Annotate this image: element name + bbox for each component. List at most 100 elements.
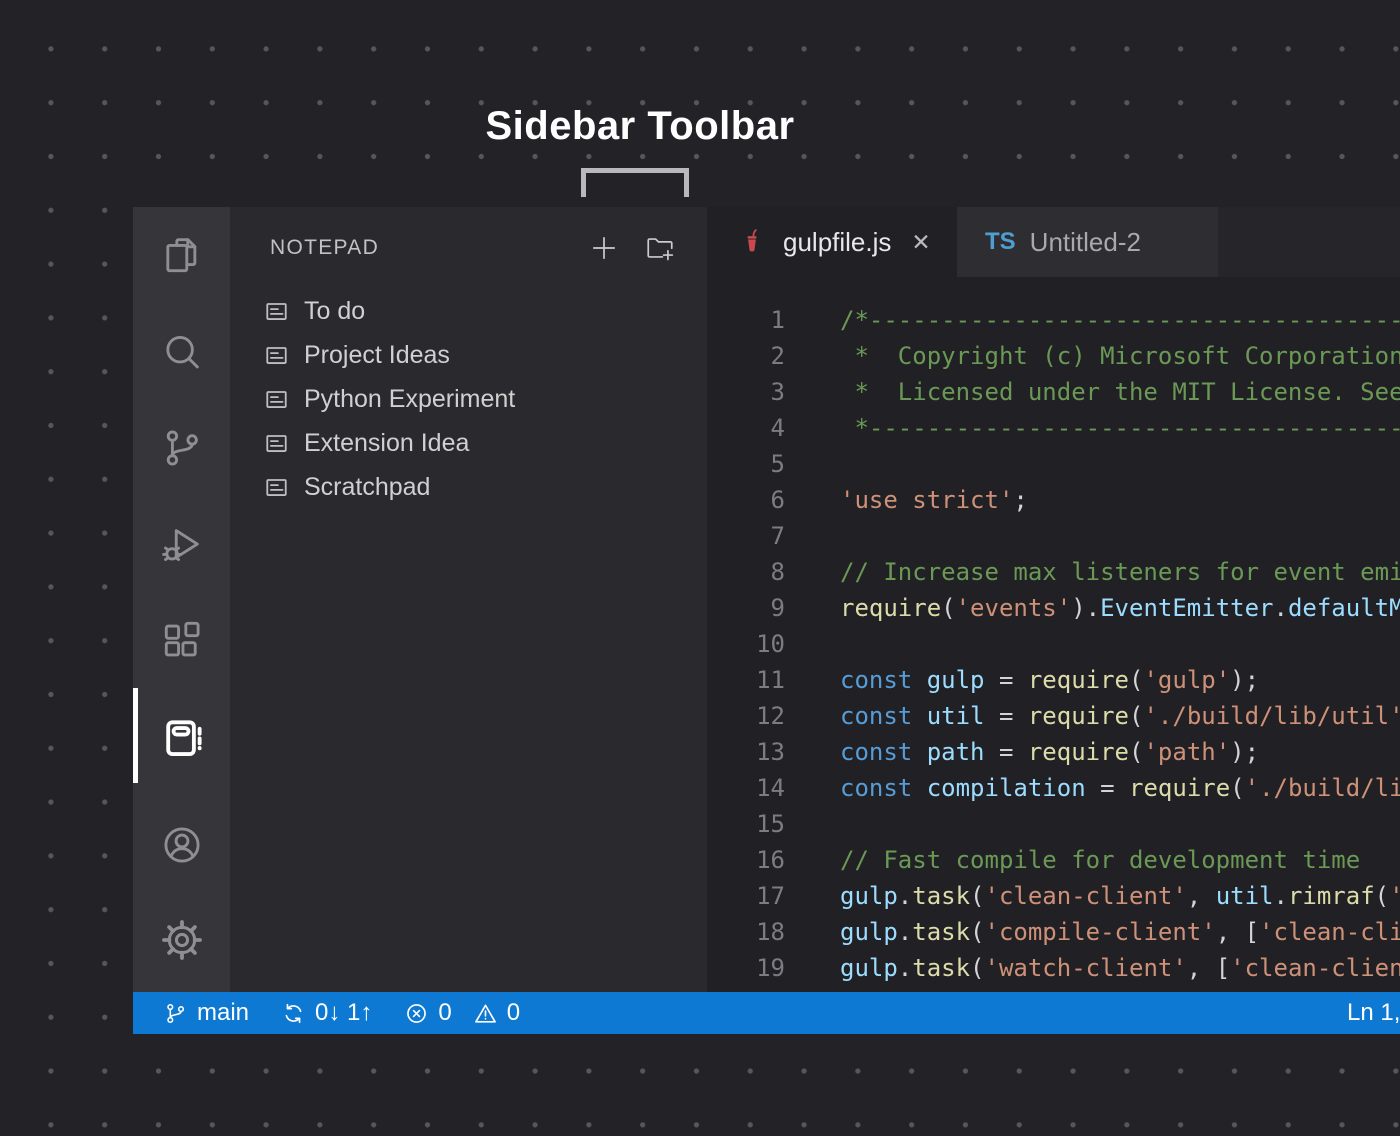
code-text: /*--------------------------------------… xyxy=(840,302,1400,338)
note-icon xyxy=(263,342,290,369)
code-text: gulp.task('watch-client', ['clean-client… xyxy=(840,950,1400,986)
line-number: 13 xyxy=(707,734,785,770)
code-text: * Copyright (c) Microsoft Corporation. A… xyxy=(840,338,1400,374)
tab-untitled-2[interactable]: TS Untitled-2 xyxy=(957,207,1218,277)
code-line: 19 gulp.task('watch-client', ['clean-clie… xyxy=(707,950,1400,986)
page-background: Sidebar Toolbar NOTEPAD To do Project Ide… xyxy=(0,0,1400,1136)
code-line: 3 * Licensed under the MIT License. See … xyxy=(707,374,1400,410)
code-text: * Licensed under the MIT License. See Li… xyxy=(840,374,1400,410)
editor-group: gulpfile.js ✕ TS Untitled-2 1 /*---------… xyxy=(707,207,1400,992)
warning-icon xyxy=(473,1001,498,1026)
code-text: const compilation = require('./build/lib… xyxy=(840,770,1400,806)
line-number: 5 xyxy=(707,446,785,482)
note-icon xyxy=(263,430,290,457)
tab-label: gulpfile.js xyxy=(783,227,891,258)
code-text: gulp.task('compile-client', ['clean-clie… xyxy=(840,914,1400,950)
notes-list: To do Project Ideas Python Experiment Exten… xyxy=(230,289,707,509)
gear-icon xyxy=(159,917,205,963)
annotation-title: Sidebar Toolbar xyxy=(440,104,840,149)
line-number: 2 xyxy=(707,338,785,374)
line-number: 9 xyxy=(707,590,785,626)
git-branch-icon xyxy=(163,1001,188,1026)
vscode-window: NOTEPAD To do Project Ideas Python Experim… xyxy=(133,207,1400,1034)
extensions-icon xyxy=(159,618,205,664)
note-label: Scratchpad xyxy=(304,473,430,502)
code-line: 15 xyxy=(707,806,1400,842)
note-label: To do xyxy=(304,297,365,326)
activity-item-run-debug[interactable] xyxy=(133,521,230,569)
files-icon xyxy=(159,232,205,278)
note-label: Extension Idea xyxy=(304,429,469,458)
activity-item-explorer[interactable] xyxy=(133,231,230,279)
branch-name: main xyxy=(197,999,249,1027)
note-item[interactable]: To do xyxy=(230,289,707,333)
activity-bar xyxy=(133,207,230,992)
tab-gulpfile-js[interactable]: gulpfile.js ✕ xyxy=(707,207,957,277)
line-number: 14 xyxy=(707,770,785,806)
code-line: 5 xyxy=(707,446,1400,482)
code-line: 4 *-------------------------------------… xyxy=(707,410,1400,446)
annotation-bracket xyxy=(581,168,689,197)
plus-icon xyxy=(587,231,621,265)
code-text: gulp.task('clean-client', util.rimraf('o… xyxy=(840,878,1400,914)
line-number: 10 xyxy=(707,626,785,662)
line-number: 18 xyxy=(707,914,785,950)
code-editor[interactable]: 1 /*-------------------------------------… xyxy=(707,277,1400,992)
note-icon xyxy=(263,386,290,413)
status-sync[interactable]: 0↓ 1↑ xyxy=(281,999,372,1027)
code-text: const util = require('./build/lib/util')… xyxy=(840,698,1400,734)
status-cursor-position[interactable]: Ln 1, xyxy=(1347,992,1400,1034)
activity-item-source-control[interactable] xyxy=(133,424,230,472)
code-text: // Increase max listeners for event emit… xyxy=(840,554,1400,590)
code-line: 6 'use strict'; xyxy=(707,482,1400,518)
line-number: 19 xyxy=(707,950,785,986)
status-branch[interactable]: main xyxy=(163,999,249,1027)
error-count: 0 xyxy=(438,999,451,1027)
activity-item-search[interactable] xyxy=(133,328,230,376)
code-text: const path = require('path'); xyxy=(840,734,1259,770)
tab-bar: gulpfile.js ✕ TS Untitled-2 xyxy=(707,207,1400,277)
close-icon[interactable]: ✕ xyxy=(911,229,930,256)
note-item[interactable]: Scratchpad xyxy=(230,465,707,509)
sidebar-toolbar xyxy=(587,231,677,265)
note-item[interactable]: Project Ideas xyxy=(230,333,707,377)
new-note-button[interactable] xyxy=(587,231,621,265)
sidebar-title: NOTEPAD xyxy=(270,236,379,260)
account-icon xyxy=(159,822,205,868)
note-item[interactable]: Extension Idea xyxy=(230,421,707,465)
line-number: 16 xyxy=(707,842,785,878)
error-icon xyxy=(404,1001,429,1026)
tab-label: Untitled-2 xyxy=(1030,227,1141,258)
activity-item-extensions[interactable] xyxy=(133,617,230,665)
code-text: 'use strict'; xyxy=(840,482,1028,518)
code-text: const gulp = require('gulp'); xyxy=(840,662,1259,698)
status-problems[interactable]: 0 0 xyxy=(404,999,520,1027)
code-line: 9 require('events').EventEmitter.defaultM… xyxy=(707,590,1400,626)
line-number: 6 xyxy=(707,482,785,518)
new-folder-button[interactable] xyxy=(643,231,677,265)
line-number: 8 xyxy=(707,554,785,590)
code-text: require('events').EventEmitter.defaultMa… xyxy=(840,590,1400,626)
code-line: 18 gulp.task('compile-client', ['clean-cl… xyxy=(707,914,1400,950)
activity-item-notepad[interactable] xyxy=(133,714,230,762)
line-number: 15 xyxy=(707,806,785,842)
code-line: 17gulp.task('clean-client', util.rimraf(… xyxy=(707,878,1400,914)
code-line: 14 const compilation = require('./build/l… xyxy=(707,770,1400,806)
activity-item-account[interactable] xyxy=(133,821,230,869)
search-icon xyxy=(159,329,205,375)
line-number: 3 xyxy=(707,374,785,410)
code-line: 8 // Increase max listeners for event emi… xyxy=(707,554,1400,590)
code-line: 13 const path = require('path'); xyxy=(707,734,1400,770)
code-text: // Fast compile for development time xyxy=(840,842,1360,878)
line-number: 1 xyxy=(707,302,785,338)
activity-item-settings[interactable] xyxy=(133,916,230,964)
code-line: 12const util = require('./build/lib/util… xyxy=(707,698,1400,734)
note-item[interactable]: Python Experiment xyxy=(230,377,707,421)
note-label: Python Experiment xyxy=(304,385,515,414)
note-label: Project Ideas xyxy=(304,341,450,370)
line-number: 11 xyxy=(707,662,785,698)
source-control-icon xyxy=(159,425,205,471)
code-text: *---------------------------------------… xyxy=(840,410,1400,446)
sync-icon xyxy=(281,1001,306,1026)
ts-icon: TS xyxy=(985,228,1016,256)
